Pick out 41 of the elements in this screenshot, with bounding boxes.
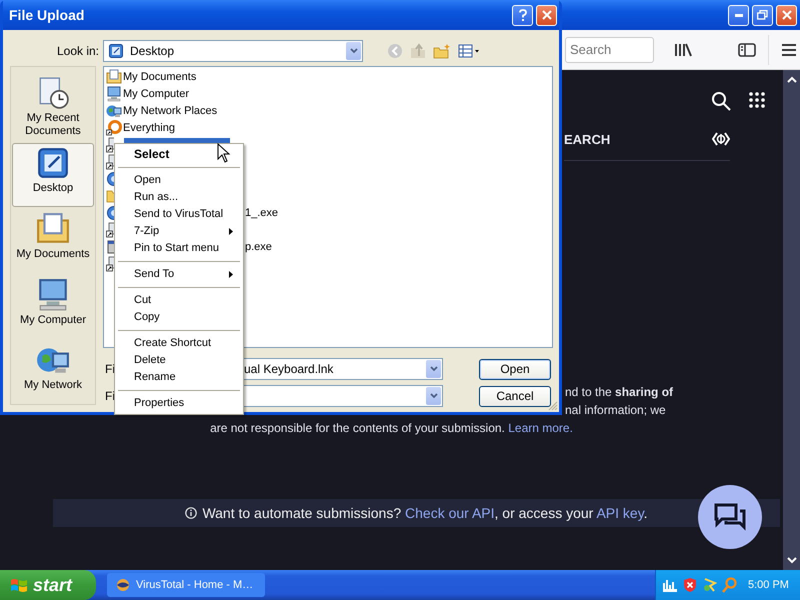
file-name-label: Fi	[104, 362, 115, 376]
search-tab[interactable]: EARCH	[564, 132, 610, 146]
notice-text: are not responsible for the contents of your submission. Learn more.	[209, 420, 574, 437]
start-button[interactable]: start	[0, 570, 96, 600]
places-item[interactable]: My Network	[12, 340, 94, 404]
menu-item[interactable]: Cut	[117, 292, 241, 309]
file-name[interactable]: My Network Places	[123, 104, 218, 116]
menu-item[interactable]: Send To	[117, 266, 241, 283]
learn-more-link[interactable]: Learn more.	[508, 421, 573, 435]
places-item[interactable]: My Recent Documents	[12, 73, 94, 141]
cancel-button[interactable]: Cancel	[479, 386, 551, 406]
places-item[interactable]: My Documents	[12, 208, 94, 272]
file-name[interactable]: p.exe	[245, 240, 272, 252]
menu-item[interactable]: Copy	[117, 309, 241, 326]
menu-item[interactable]: Run as...	[117, 189, 241, 206]
clock: 5:00 PM	[748, 579, 789, 591]
notice-text: nd to the sharing of	[565, 384, 674, 401]
menu-item[interactable]: 7-Zip	[117, 223, 241, 240]
file-name[interactable]: My Computer	[123, 88, 190, 100]
menu-item[interactable]: Create Shortcut	[117, 335, 241, 352]
menu-item[interactable]: Properties	[117, 395, 241, 412]
menu-item[interactable]: Open	[117, 172, 241, 189]
taskbar-button[interactable]: VirusTotal - Home - M…	[107, 573, 265, 597]
api-link[interactable]: Check our API	[405, 505, 495, 521]
window-title: File Upload	[9, 7, 84, 23]
look-in-dropdown[interactable]: Desktop	[103, 40, 363, 62]
menu-item[interactable]: Select	[117, 146, 241, 163]
file-type-label: Fi	[104, 389, 115, 403]
notice-text: nal information; we	[565, 402, 667, 419]
search-field[interactable]: Search	[565, 36, 654, 62]
file-name[interactable]: Everything	[123, 122, 175, 134]
look-in-label: Look in:	[56, 44, 99, 58]
places-item[interactable]: Desktop	[12, 143, 94, 207]
open-button[interactable]: Open	[479, 358, 551, 380]
menu-item[interactable]: Send to VirusTotal	[117, 206, 241, 223]
places-item[interactable]: My Computer	[12, 274, 94, 338]
menu-item[interactable]: Pin to Start menu	[117, 240, 241, 257]
file-name[interactable]: My Documents	[123, 70, 196, 82]
banner-text: Want to automate submissions? Check our API, or access your API key.	[202, 505, 648, 521]
api-key-link[interactable]: API key	[596, 505, 644, 521]
file-name[interactable]: 1_.exe	[245, 206, 278, 218]
